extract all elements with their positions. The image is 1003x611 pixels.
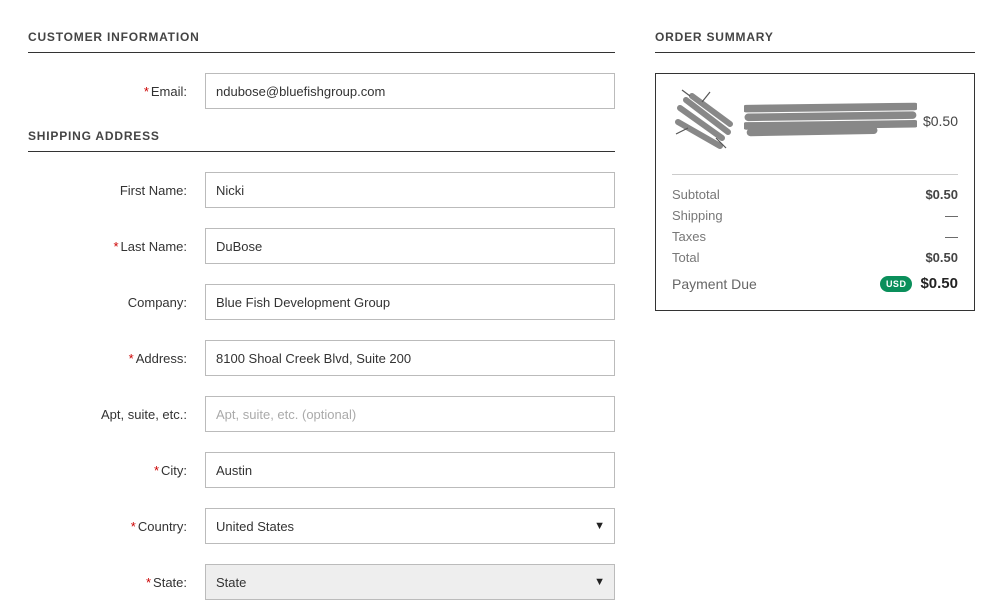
- first-name-field[interactable]: [205, 172, 615, 208]
- label-country: *Country:: [28, 519, 205, 534]
- total-label: Total: [672, 250, 699, 265]
- label-state: *State:: [28, 575, 205, 590]
- section-customer-info: CUSTOMER INFORMATION: [28, 30, 615, 53]
- label-apt: Apt, suite, etc.:: [28, 407, 205, 422]
- label-first-name: First Name:: [28, 183, 205, 198]
- subtotal-label: Subtotal: [672, 187, 720, 202]
- shipping-value: —: [945, 208, 958, 223]
- last-name-field[interactable]: [205, 228, 615, 264]
- country-select[interactable]: United States: [205, 508, 615, 544]
- subtotal-value: $0.50: [925, 187, 958, 202]
- address-field[interactable]: [205, 340, 615, 376]
- label-email: *Email:: [28, 84, 205, 99]
- taxes-label: Taxes: [672, 229, 706, 244]
- payment-due-value: $0.50: [920, 275, 958, 292]
- total-value: $0.50: [925, 250, 958, 265]
- payment-due-label: Payment Due: [672, 276, 757, 292]
- product-thumbnail: [672, 88, 738, 154]
- shipping-label: Shipping: [672, 208, 723, 223]
- label-address: *Address:: [28, 351, 205, 366]
- company-field[interactable]: [205, 284, 615, 320]
- apt-field[interactable]: [205, 396, 615, 432]
- section-shipping: SHIPPING ADDRESS: [28, 129, 615, 152]
- label-city: *City:: [28, 463, 205, 478]
- section-order-summary: ORDER SUMMARY: [655, 30, 975, 53]
- label-company: Company:: [28, 295, 205, 310]
- order-summary-box: $0.50 Subtotal $0.50 Shipping — Taxes — …: [655, 73, 975, 311]
- order-item: $0.50: [672, 88, 958, 154]
- redacted-item-name: [744, 100, 917, 137]
- taxes-value: —: [945, 229, 958, 244]
- item-price: $0.50: [913, 113, 958, 129]
- state-select[interactable]: State: [205, 564, 615, 600]
- email-field[interactable]: [205, 73, 615, 109]
- currency-badge: USD: [880, 276, 913, 292]
- label-last-name: *Last Name:: [28, 239, 205, 254]
- city-field[interactable]: [205, 452, 615, 488]
